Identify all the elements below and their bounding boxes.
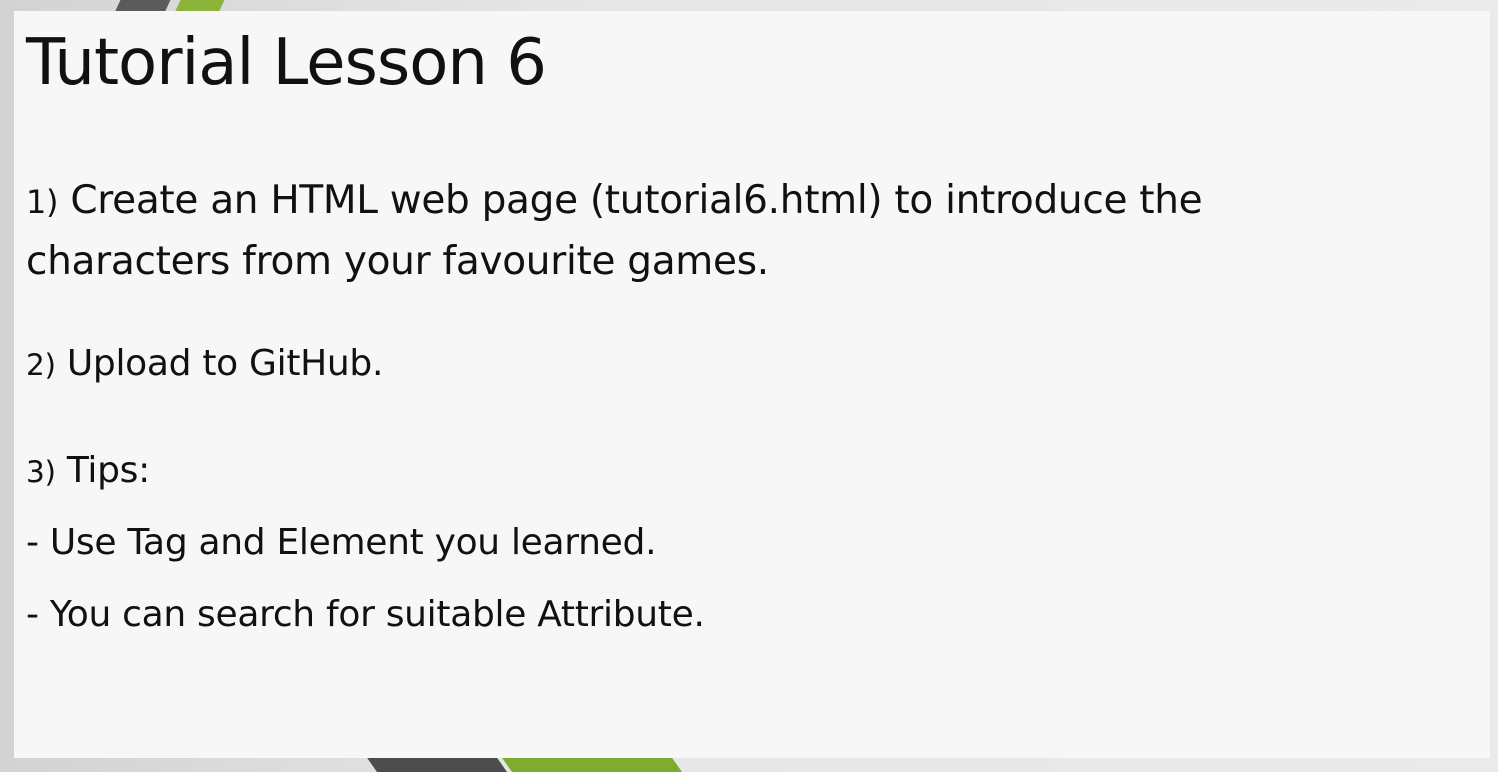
tip-item-2: - You can search for suitable Attribute. <box>26 594 705 635</box>
list-item-number: 1) <box>26 183 59 221</box>
slide-title: Tutorial Lesson 6 <box>26 26 547 100</box>
list-item-number: 2) <box>26 348 56 382</box>
list-item-1: 1) Create an HTML web page (tutorial6.ht… <box>26 171 1326 292</box>
list-item-text: Tips: <box>55 450 150 491</box>
list-item-3: 3) Tips: <box>26 448 150 495</box>
list-item-number: 3) <box>26 455 56 489</box>
tip-item-1: - Use Tag and Element you learned. <box>26 522 657 563</box>
list-item-text: Upload to GitHub. <box>55 343 384 384</box>
slide-content: Tutorial Lesson 6 1) Create an HTML web … <box>14 11 1490 758</box>
list-item-2: 2) Upload to GitHub. <box>26 341 383 388</box>
list-item-text: Create an HTML web page (tutorial6.html)… <box>26 178 1203 284</box>
